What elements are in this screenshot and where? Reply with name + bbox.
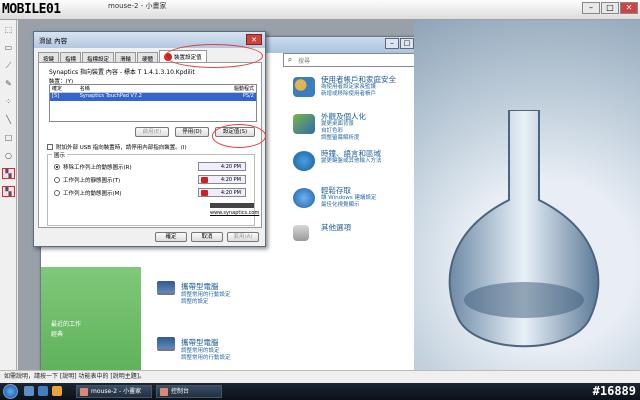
col-header: 確定 [52, 86, 63, 92]
cancel-button[interactable]: 取消 [191, 232, 223, 242]
sidebar-link-classic[interactable]: 經典 [51, 329, 63, 338]
task-control-panel[interactable]: 控制台 [156, 385, 222, 398]
synaptics-link[interactable]: www.synaptics.com [210, 210, 259, 216]
radio-button[interactable] [54, 190, 60, 196]
col-header: 驅動程式 [233, 86, 254, 92]
quicklaunch-desktop-icon[interactable] [24, 386, 34, 396]
option-label: 移除工作列上的動態圖示(R) [63, 165, 132, 171]
explorer-lower-content: 攜帶型電腦 調整常用的行動設定 調整的設定 攜帶型電腦 調整常用的設定 調整常用… [141, 267, 361, 370]
device-table-header: 確定 名稱 驅動程式 [50, 85, 256, 93]
watermark-text: #16889 [592, 384, 636, 398]
tray-option-remove[interactable]: 移除工作列上的動態圖示(R) [54, 163, 132, 171]
status-bar: 如需說明，請按一下 [說明] 功能表中的 [說明主題]。 [0, 370, 640, 383]
maximize-icon[interactable]: □ [601, 2, 619, 14]
col-header: 名稱 [79, 86, 90, 92]
select-tool-icon[interactable]: ⬚ [2, 24, 15, 35]
laptop-icon [157, 337, 175, 351]
laptop-category-1[interactable]: 攜帶型電腦 調整常用的行動設定 調整的設定 [157, 281, 231, 306]
quicklaunch-ie-icon[interactable] [38, 386, 48, 396]
flask-image [448, 110, 600, 348]
explorer-minimize-icon[interactable]: – [385, 38, 399, 49]
disable-button[interactable]: 停用(D) [175, 127, 209, 137]
search-placeholder: 搜尋 [298, 57, 311, 65]
annotation-circle-settings [212, 124, 266, 148]
laptop-category-2[interactable]: 攜帶型電腦 調整常用的設定 調整常用的行動設定 [157, 337, 231, 362]
tray-time: 4:20 PM [220, 163, 241, 170]
ok-button[interactable]: 確定 [155, 232, 187, 242]
disable-internal-checkbox-row[interactable]: 附加外部 USB 指向裝置時，請停用內部指向裝置。(I) [47, 143, 187, 151]
explorer-sidebar: 最近的工作 經典 [41, 267, 141, 370]
background-photo [414, 20, 640, 370]
mobile01-logo: MOBILE01 [2, 2, 61, 17]
touchpad-tray-icon [201, 190, 208, 196]
sidebar-link-recent[interactable]: 最近的工作 [51, 319, 81, 328]
explorer-search-box[interactable]: ⌕ 搜尋 [283, 53, 431, 67]
laptop-link[interactable]: 調整常用的設定 [181, 348, 231, 355]
ellipse-tool-icon[interactable]: ○ [2, 150, 15, 161]
radio-button[interactable] [54, 164, 60, 170]
explorer-maximize-icon[interactable]: □ [400, 38, 414, 49]
other-options-icon [293, 225, 309, 241]
laptop-title[interactable]: 攜帶型電腦 [181, 281, 231, 292]
apply-button[interactable]: 套用(A) [227, 232, 259, 242]
tray-option-animated[interactable]: 工作列上的動態圖示(M) [54, 189, 122, 197]
table-row[interactable]: [S] Synaptics TouchPad V7.2 PS/2 [50, 93, 256, 101]
device-table: 確定 名稱 驅動程式 [S] Synaptics TouchPad V7.2 P… [49, 84, 257, 122]
start-button[interactable] [3, 384, 18, 399]
table-cell: Synaptics TouchPad V7.2 [79, 93, 142, 99]
app-titlebar: MOBILE01 mouse-2 - 小畫家 – □ ✕ [0, 0, 640, 20]
active-tool-icon[interactable]: ▚ [2, 168, 15, 179]
ease-of-access-icon [293, 188, 315, 208]
checkbox-label: 附加外部 USB 指向裝置時，請停用內部指向裝置。(I) [56, 145, 187, 151]
tray-time: 4:20 PM [220, 176, 241, 183]
tray-preview: 4:20 PM [198, 188, 246, 197]
radio-button[interactable] [54, 177, 60, 183]
close-icon[interactable]: ✕ [620, 2, 638, 14]
annotation-circle-tab [165, 44, 263, 68]
touchpad-tray-icon [201, 177, 208, 183]
users-icon [293, 77, 315, 97]
dialog-close-icon[interactable]: ✕ [246, 34, 262, 45]
line-tool-icon[interactable]: ╲ [2, 114, 15, 125]
device-header: Synaptics 指向裝置 內容 - 標本 T 1.4.1.3.10.Kpdi… [49, 69, 195, 76]
laptop-link[interactable]: 調整常用的行動設定 [181, 292, 231, 299]
tray-time: 4:20 PM [220, 189, 241, 196]
enable-button[interactable]: 啟用(E) [135, 127, 169, 137]
eraser-tool-icon[interactable]: ▭ [2, 42, 15, 53]
task-paint[interactable]: mouse-2 - 小畫家 [76, 385, 152, 398]
tray-preview: 4:20 PM [198, 175, 246, 184]
color-swatch-icon[interactable]: ▚ [2, 186, 15, 197]
quicklaunch-folder-icon[interactable] [52, 386, 62, 396]
laptop-icon [157, 281, 175, 295]
minimize-icon[interactable]: – [582, 2, 600, 14]
pencil-tool-icon[interactable]: ✎ [2, 78, 15, 89]
tray-icon-group: 圖示 移除工作列上的動態圖示(R) 4:20 PM 工作列上的靜態圖示(T) 4… [47, 151, 259, 226]
laptop-link[interactable]: 調整常用的行動設定 [181, 355, 231, 362]
disable-internal-checkbox[interactable] [47, 144, 53, 150]
option-label: 工作列上的靜態圖示(T) [63, 178, 121, 184]
app-title: mouse-2 - 小畫家 [108, 2, 167, 10]
paint-toolbar: ⬚ ▭ ⟋ ✎ ⁘ ╲ □ ○ ▚ ▚ [0, 20, 17, 370]
dialog-footer: 確定 取消 套用(A) [155, 232, 259, 242]
group-legend: 圖示 [52, 151, 68, 159]
tray-preview: 4:20 PM [198, 162, 246, 171]
taskbar: mouse-2 - 小畫家 控制台 #16889 [0, 383, 640, 400]
tray-option-static[interactable]: 工作列上的靜態圖示(T) [54, 176, 120, 184]
table-cell: PS/2 [242, 93, 254, 99]
search-icon: ⌕ [287, 55, 293, 64]
laptop-link[interactable]: 調整的設定 [181, 299, 231, 306]
rectangle-tool-icon[interactable]: □ [2, 132, 15, 143]
laptop-title[interactable]: 攜帶型電腦 [181, 337, 231, 348]
airbrush-tool-icon[interactable]: ⁘ [2, 96, 15, 107]
eyedropper-tool-icon[interactable]: ⟋ [2, 60, 15, 71]
option-label: 工作列上的動態圖示(M) [63, 191, 122, 197]
table-cell: [S] [52, 93, 60, 99]
appearance-icon [293, 114, 315, 134]
window-controls: – □ ✕ [582, 2, 638, 14]
globe-clock-icon [293, 151, 315, 171]
synaptics-logo [210, 203, 254, 208]
